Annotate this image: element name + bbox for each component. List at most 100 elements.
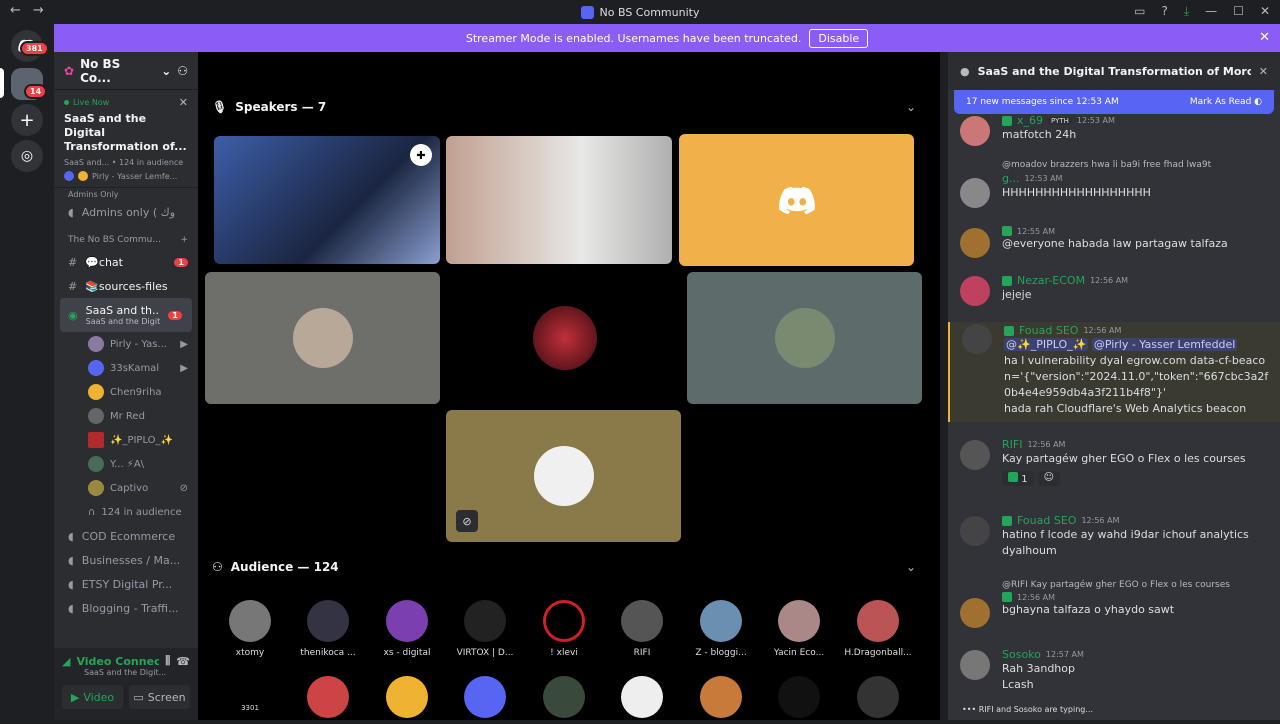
live-host: Pirly - Yasser Lemfe... <box>64 171 188 181</box>
category-header[interactable]: The No BS Commu... + <box>54 230 198 250</box>
stage-icon: ◖ <box>68 553 74 567</box>
discord-logo-icon <box>778 186 815 214</box>
member-item[interactable]: Pirly - Yas... ▶ <box>54 332 198 356</box>
discover-icon[interactable]: ◎ <box>11 140 43 172</box>
close-icon[interactable]: ✕ <box>179 96 188 109</box>
speaker-tile[interactable] <box>679 134 914 266</box>
audience-member[interactable]: H.Dragonball... <box>839 600 917 658</box>
channel-businesses[interactable]: ◖ Businesses / Ma... <box>54 548 198 572</box>
audience-member[interactable]: RIFI <box>603 600 681 658</box>
live-dot-icon <box>64 100 69 105</box>
add-channel-icon[interactable]: + <box>180 235 188 245</box>
channel-cod[interactable]: ◖ COD Ecommerce <box>54 524 198 548</box>
add-server-icon[interactable]: + <box>11 104 43 136</box>
avatar <box>88 480 104 496</box>
server-header[interactable]: ✿ No BS Co... ⌄ ⚇ <box>54 52 198 90</box>
audience-member[interactable]: Z - bloggi... <box>682 600 760 658</box>
close-icon[interactable]: ✕ <box>1259 65 1268 78</box>
voice-buttons: ▶ Video ▭ Screen <box>62 685 190 709</box>
minimize-icon[interactable]: — <box>1205 4 1217 19</box>
avatar <box>307 600 349 642</box>
add-reaction-icon[interactable]: ☺ <box>1037 471 1060 486</box>
avatar <box>229 600 271 642</box>
forward-icon[interactable]: → <box>33 3 44 18</box>
audience-member[interactable]: VIRTOX | D... <box>446 600 524 658</box>
verified-icon <box>1002 592 1012 602</box>
download-icon[interactable]: ⤓ <box>1184 4 1189 19</box>
new-messages-bar[interactable]: 17 new messages since 12:53 AM Mark As R… <box>954 90 1274 114</box>
close-window-icon[interactable]: ✕ <box>1260 4 1270 19</box>
audience-member[interactable]: ! xlevi <box>525 600 603 658</box>
channel-sources[interactable]: # 📚sources-files <box>54 274 198 298</box>
member-item[interactable]: Chen9riha <box>54 380 198 404</box>
speaker-tile[interactable] <box>205 272 440 404</box>
audience-member[interactable] <box>839 676 917 724</box>
reaction-check[interactable]: 1 <box>1002 471 1034 486</box>
avatar <box>88 432 104 448</box>
audience-member[interactable]: xtomy <box>211 600 289 658</box>
avatar <box>960 178 990 208</box>
channel-admins[interactable]: ◖ Admins only ( وك <box>54 200 198 224</box>
banner-text: Streamer Mode is enabled. Usernames have… <box>465 31 802 45</box>
chevron-down-icon[interactable]: ⌄ <box>906 560 916 574</box>
microphone-icon: 🎙 <box>212 100 228 114</box>
noise-icon[interactable]: ⫼ <box>165 654 170 668</box>
speaker-video-tile[interactable] <box>446 136 672 264</box>
maximize-icon[interactable]: ☐ <box>1233 4 1244 19</box>
audience-member[interactable]: thenikoca ... <box>289 600 367 658</box>
reply-preview: @moadov brazzers hwa li ba9i free fhad l… <box>1002 160 1212 170</box>
channel-chat[interactable]: # 💬chat 1 <box>54 250 198 274</box>
camera-icon: ▶ <box>180 338 188 350</box>
mention[interactable]: @Pirly - Yasser Lemfeddel <box>1091 338 1238 351</box>
mark-as-read-button[interactable]: Mark As Read ◐ <box>1190 97 1262 107</box>
moderator-icon: ✚ <box>410 144 432 166</box>
reactions: 1 ☺ <box>1002 471 1280 486</box>
chat-message-highlighted: Fouad SEO 12:56 AM @✨_PIPLO_✨ @Pirly - Ya… <box>948 322 1280 422</box>
audience-member[interactable] <box>603 676 681 724</box>
member-item[interactable]: Y... ⚡A\ <box>54 452 198 476</box>
inbox-icon[interactable]: ▭ <box>1134 4 1145 19</box>
help-icon[interactable]: ? <box>1161 4 1167 19</box>
channel-etsy[interactable]: ◖ ETSY Digital Pr... <box>54 572 198 596</box>
add-member-icon[interactable]: ⚇ <box>177 64 188 78</box>
speaker-tile[interactable] <box>687 272 922 404</box>
disconnect-icon[interactable]: ☎ <box>176 655 190 668</box>
window-controls: ▭ ? ⤓ — ☐ ✕ <box>1134 4 1270 19</box>
audience-count[interactable]: ∩ 124 in audience <box>54 500 198 524</box>
chevron-down-icon[interactable]: ⌄ <box>906 100 916 114</box>
avatar <box>64 171 74 181</box>
disable-button[interactable]: Disable <box>809 28 869 48</box>
audience-member[interactable] <box>289 676 367 724</box>
member-item[interactable]: Mr Red <box>54 404 198 428</box>
audience-member[interactable] <box>682 676 760 724</box>
speaker-video-tile[interactable]: ✚ <box>214 136 440 264</box>
avatar <box>386 600 428 642</box>
audience-member[interactable]: 3301 <box>211 676 289 718</box>
chat-message: 12:55 AM @everyone habada law partagaw t… <box>948 226 1280 258</box>
screen-button[interactable]: ▭ Screen <box>129 685 190 709</box>
speaker-tile[interactable] <box>447 272 682 404</box>
audience-member[interactable] <box>446 676 524 724</box>
hash-icon: # <box>68 255 78 269</box>
stage-icon: ◉ <box>68 308 78 322</box>
close-icon[interactable]: ✕ <box>1259 30 1270 45</box>
member-item[interactable]: ✨_PIPLO_✨ <box>54 428 198 452</box>
video-button[interactable]: ▶ Video <box>62 685 123 709</box>
audience-member[interactable] <box>525 676 603 724</box>
check-icon <box>1008 472 1018 482</box>
audience-member[interactable] <box>760 676 838 724</box>
mention[interactable]: @✨_PIPLO_✨ <box>1004 338 1089 351</box>
category-admins[interactable]: Admins Only <box>54 188 198 200</box>
speaker-tile[interactable]: ⊘ <box>446 410 681 542</box>
back-icon[interactable]: ← <box>10 3 21 18</box>
audience-member[interactable]: xs - digital <box>368 600 446 658</box>
channel-blogging[interactable]: ◖ Blogging - Traffi... <box>54 596 198 620</box>
member-item[interactable]: Captivo ⊘ <box>54 476 198 500</box>
member-item[interactable]: 33sKamal ▶ <box>54 356 198 380</box>
live-stage-card[interactable]: Live Now ✕ SaaS and the Digital Transfor… <box>54 90 198 188</box>
audience-member[interactable] <box>368 676 446 724</box>
avatar <box>386 676 428 718</box>
channel-stage-active[interactable]: ◉ SaaS and th... SaaS and the Digital Tr… <box>60 298 192 332</box>
live-label-row: Live Now ✕ <box>64 96 188 109</box>
audience-member[interactable]: Yacin Eco... <box>760 600 838 658</box>
